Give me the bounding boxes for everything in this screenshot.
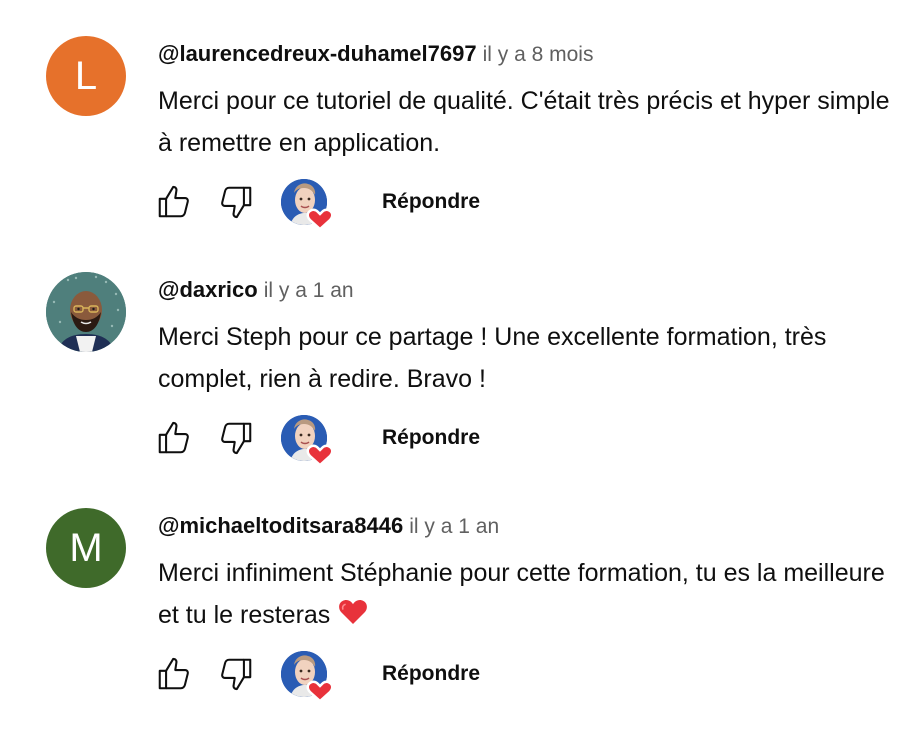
comment-text-block: Merci Steph pour ce partage ! Une excell… <box>158 316 898 400</box>
comment-thread: @daxrico il y a 1 an Merci Steph pour ce … <box>0 236 918 472</box>
comment-text: Merci pour ce tutoriel de qualité. C'éta… <box>158 87 890 157</box>
thumbs-down-icon <box>217 419 255 462</box>
author-name[interactable]: @michaeltoditsara8446 <box>158 513 403 538</box>
comment-timestamp[interactable]: il y a 1 an <box>264 279 354 302</box>
author-name[interactable]: @laurencedreux-duhamel7697 <box>158 41 477 66</box>
avatar[interactable]: M <box>46 508 126 588</box>
comment-text: Merci infiniment Stéphanie pour cette fo… <box>158 559 885 629</box>
dislike-button[interactable] <box>214 418 258 462</box>
creator-heart-icon <box>280 414 336 467</box>
comment-timestamp[interactable]: il y a 1 an <box>409 515 499 538</box>
avatar-letter: M <box>69 525 103 570</box>
reply-button[interactable]: Répondre <box>382 426 480 450</box>
dislike-button[interactable] <box>214 182 258 226</box>
like-button[interactable] <box>152 182 196 226</box>
comment-text-block: Merci pour ce tutoriel de qualité. C'éta… <box>158 80 898 164</box>
comment-text: Merci Steph pour ce partage ! Une excell… <box>158 323 827 393</box>
comment-thread: L @laurencedreux-duhamel7697 il y a 8 moi… <box>0 0 918 236</box>
red-heart-emoji-icon <box>338 597 368 639</box>
thumbs-down-icon <box>217 183 255 226</box>
avatar[interactable] <box>46 272 126 352</box>
creator-heart-icon <box>280 178 336 231</box>
comment-actions: Répondre <box>152 648 512 704</box>
avatar[interactable]: L <box>46 36 126 116</box>
dislike-button[interactable] <box>214 654 258 698</box>
like-button[interactable] <box>152 654 196 698</box>
reply-button[interactable]: Répondre <box>382 190 480 214</box>
reply-button[interactable]: Répondre <box>382 662 480 686</box>
comment-actions: Répondre <box>152 412 512 468</box>
comment-header: @michaeltoditsara8446 il y a 1 an <box>158 512 499 543</box>
comment-text-block: Merci infiniment Stéphanie pour cette fo… <box>158 552 898 639</box>
comment-timestamp[interactable]: il y a 8 mois <box>483 43 594 66</box>
creator-heart-icon <box>280 650 336 703</box>
thumbs-up-icon <box>155 183 193 226</box>
like-button[interactable] <box>152 418 196 462</box>
thumbs-up-icon <box>155 655 193 698</box>
comment-header: @daxrico il y a 1 an <box>158 276 354 307</box>
thumbs-down-icon <box>217 655 255 698</box>
comment-header: @laurencedreux-duhamel7697 il y a 8 mois <box>158 40 593 71</box>
author-name[interactable]: @daxrico <box>158 277 258 302</box>
avatar-letter: L <box>74 53 98 98</box>
comment-actions: Répondre <box>152 176 512 232</box>
thumbs-up-icon <box>155 419 193 462</box>
comment-thread: M @michaeltoditsara8446 il y a 1 an Merci… <box>0 472 918 708</box>
